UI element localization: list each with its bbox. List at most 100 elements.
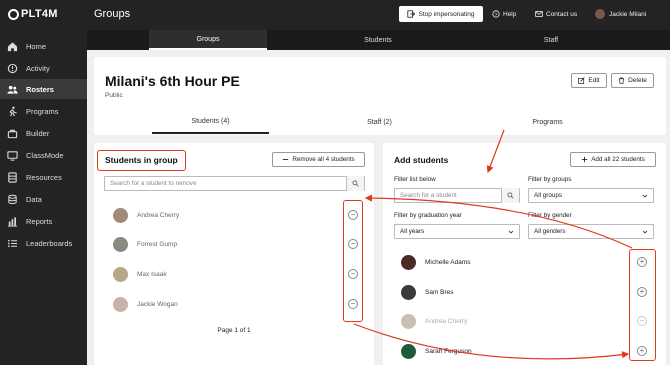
activity-icon xyxy=(6,62,18,74)
tab-students[interactable]: Students xyxy=(319,30,437,50)
sidebar-item-label: Home xyxy=(26,41,47,51)
edit-label: Edit xyxy=(588,77,600,84)
sidebar-item-classmode[interactable]: ClassMode xyxy=(0,145,87,165)
plus-icon xyxy=(582,156,588,163)
sidebar-item-label: Programs xyxy=(26,106,59,116)
student-name: Sam Bres xyxy=(425,288,454,296)
grad-year-select-value: All years xyxy=(400,228,425,235)
gender-select[interactable]: All genders xyxy=(528,224,654,239)
group-visibility: Public xyxy=(105,92,123,99)
rosters-icon xyxy=(6,83,18,95)
sidebar-item-reports[interactable]: Reports xyxy=(0,211,87,231)
sidebar-item-label: Builder xyxy=(26,128,50,138)
user-menu[interactable]: Jackie Milani xyxy=(595,9,646,19)
avatar xyxy=(113,296,128,312)
sidebar-item-programs[interactable]: Programs xyxy=(0,101,87,121)
sidebar-item-label: Leaderboards xyxy=(26,238,73,248)
student-name: Andrea Cherry xyxy=(425,317,468,325)
edit-button[interactable]: Edit xyxy=(571,73,607,88)
sidebar-item-label: Data xyxy=(26,194,42,204)
filter-grad-label: Filter by graduation year xyxy=(394,212,462,219)
groups-select[interactable]: All groups xyxy=(528,188,654,203)
sidebar-item-resources[interactable]: Resources xyxy=(0,167,87,187)
logo-mark xyxy=(8,8,19,20)
remove-search-input[interactable] xyxy=(105,177,346,190)
student-name: Andrea Cherry xyxy=(137,211,180,219)
tab-group-staff[interactable]: Staff (2) xyxy=(321,110,438,134)
filter-gender-label: Filter by gender xyxy=(528,212,572,219)
list-item: Max Isaak xyxy=(113,259,167,289)
search-icon xyxy=(507,192,514,199)
search-button[interactable] xyxy=(501,188,519,203)
logo[interactable]: PLT4M xyxy=(8,8,58,20)
resources-icon xyxy=(6,171,18,183)
delete-button[interactable]: Delete xyxy=(611,73,654,88)
exit-icon xyxy=(407,10,416,18)
sidebar-item-label: Resources xyxy=(26,172,62,182)
builder-icon xyxy=(6,127,18,139)
remove-all-button[interactable]: Remove all 4 students xyxy=(272,152,365,167)
chevron-down-icon xyxy=(508,230,514,234)
group-name: Milani's 6th Hour PE xyxy=(105,73,240,89)
stop-impersonating-button[interactable]: Stop impersonating xyxy=(399,6,483,22)
tab-staff[interactable]: Staff xyxy=(492,30,610,50)
sidebar-item-builder[interactable]: Builder xyxy=(0,123,87,143)
grad-year-select[interactable]: All years xyxy=(394,224,520,239)
groups-select-value: All groups xyxy=(534,192,563,199)
avatar xyxy=(401,313,416,329)
programs-icon xyxy=(6,105,18,117)
sidebar-item-rosters[interactable]: Rosters xyxy=(0,79,87,99)
list-item: Andrea Cherry xyxy=(401,306,467,336)
avatar xyxy=(113,236,128,252)
student-name: Forrest Gump xyxy=(137,240,178,248)
svg-text:?: ? xyxy=(495,12,498,18)
minus-icon xyxy=(283,159,289,160)
group-header: Milani's 6th Hour PE Public Edit Delete … xyxy=(94,57,666,135)
trash-icon xyxy=(618,77,625,84)
logo-text: PLT4M xyxy=(21,8,58,20)
help-label: Help xyxy=(503,10,517,18)
add-search xyxy=(394,188,520,203)
list-item: Sarah Ferguson xyxy=(401,336,472,365)
annotation-box-remove-buttons xyxy=(343,200,363,322)
top-bar: Groups Stop impersonating ? Help Contact… xyxy=(87,0,670,30)
sidebar-item-activity[interactable]: Activity xyxy=(0,58,87,78)
tab-group-students[interactable]: Students (4) xyxy=(152,110,269,134)
add-all-button[interactable]: Add all 22 students xyxy=(570,152,656,167)
page-title: Groups xyxy=(94,8,131,20)
student-name: Max Isaak xyxy=(137,270,167,278)
list-item: Jackie Wogan xyxy=(113,289,178,319)
add-students-title: Add students xyxy=(394,155,449,165)
search-button[interactable] xyxy=(346,176,364,191)
list-item: Forrest Gump xyxy=(113,229,177,259)
student-name: Michelle Adams xyxy=(425,258,471,266)
edit-icon xyxy=(578,77,586,84)
mail-icon xyxy=(535,11,543,17)
sidebar-item-home[interactable]: Home xyxy=(0,36,87,56)
remove-search xyxy=(104,176,365,191)
list-item: Sam Bres xyxy=(401,277,454,307)
avatar xyxy=(401,343,416,359)
contact-label: Contact us xyxy=(546,10,578,18)
remove-all-label: Remove all 4 students xyxy=(292,156,355,163)
sidebar-item-label: ClassMode xyxy=(26,150,64,160)
help-link[interactable]: ? Help xyxy=(492,10,516,18)
sidebar: PLT4M Home Activity Rosters Programs Bui… xyxy=(0,0,87,365)
sidebar-item-data[interactable]: Data xyxy=(0,189,87,209)
sidebar-item-label: Activity xyxy=(26,63,50,73)
contact-link[interactable]: Contact us xyxy=(535,10,577,18)
filter-list-label: Filter list below xyxy=(394,176,436,183)
add-search-input[interactable] xyxy=(395,189,501,202)
gender-select-value: All genders xyxy=(534,228,566,235)
sidebar-item-label: Rosters xyxy=(26,84,54,94)
student-name: Jackie Wogan xyxy=(137,300,178,308)
top-tabs: Groups Students Staff xyxy=(87,30,670,50)
sidebar-item-leaderboards[interactable]: Leaderboards xyxy=(0,233,87,253)
tab-groups[interactable]: Groups xyxy=(149,30,267,50)
sidebar-item-label: Reports xyxy=(26,216,53,226)
tab-group-programs[interactable]: Programs xyxy=(489,110,606,134)
pagination: Page 1 of 1 xyxy=(217,327,251,334)
add-students-panel: Add students Add all 22 students Filter … xyxy=(383,143,666,365)
classmode-icon xyxy=(6,149,18,161)
leaderboards-icon xyxy=(6,237,18,249)
